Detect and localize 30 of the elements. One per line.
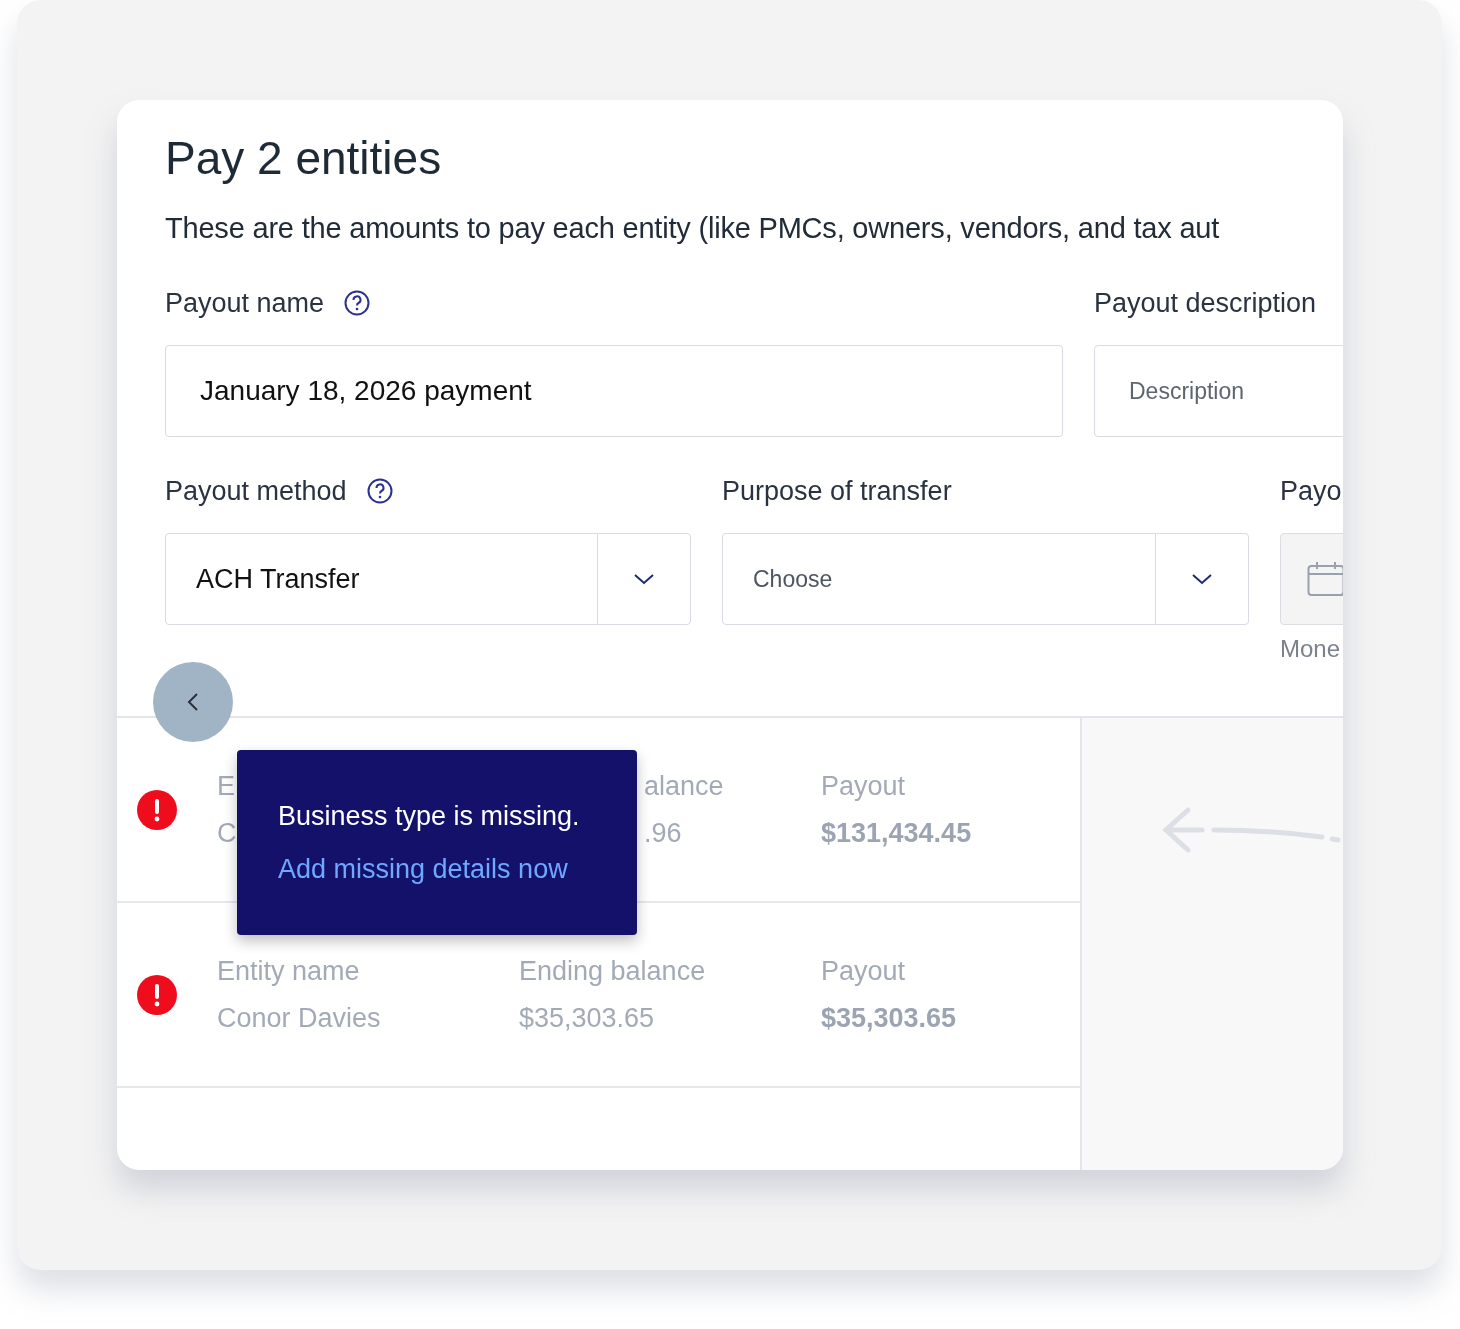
back-icon (187, 692, 199, 712)
payout-amount: $35,303.65 (821, 1002, 957, 1034)
purpose-select[interactable]: Choose (722, 533, 1249, 625)
column-label: Payout (821, 955, 906, 987)
tooltip-message: Business type is missing. (278, 800, 580, 832)
column-label: Entity name (217, 955, 360, 987)
entity-name: Conor Davies (217, 1002, 381, 1034)
add-details-link[interactable]: Add missing details now (278, 853, 568, 885)
entity-name: C (217, 817, 237, 849)
calendar-icon (1307, 561, 1343, 597)
field-label: Payout method (165, 475, 347, 507)
field-label: Payout name (165, 287, 325, 319)
column-label: alance (644, 770, 724, 802)
column-label: Ending balance (519, 955, 706, 987)
field-label: Payout description (1094, 287, 1317, 319)
page-description: These are the amounts to pay each entity (like PMCs, owners, vendors, and tax aut (165, 212, 1221, 245)
page-title: Pay 2 entities (165, 131, 443, 186)
description-field[interactable]: Description (1094, 345, 1343, 437)
chevron-down-icon (1191, 573, 1213, 585)
ending-balance: .96 (644, 817, 682, 849)
column-label: Payout (821, 770, 906, 802)
payout-amount: $131,434.45 (821, 817, 972, 849)
chevron-down-icon (633, 573, 655, 585)
payout-method-select[interactable]: ACH Transfer (165, 533, 691, 625)
field-label: Purpose of transfer (722, 475, 952, 507)
field-hint: Mone (1280, 635, 1341, 663)
payout-name-field[interactable]: January 18, 2026 payment (165, 345, 1063, 437)
column-label: E (217, 770, 235, 802)
field-label: Payo (1280, 475, 1342, 507)
ending-balance: $35,303.65 (519, 1002, 655, 1034)
